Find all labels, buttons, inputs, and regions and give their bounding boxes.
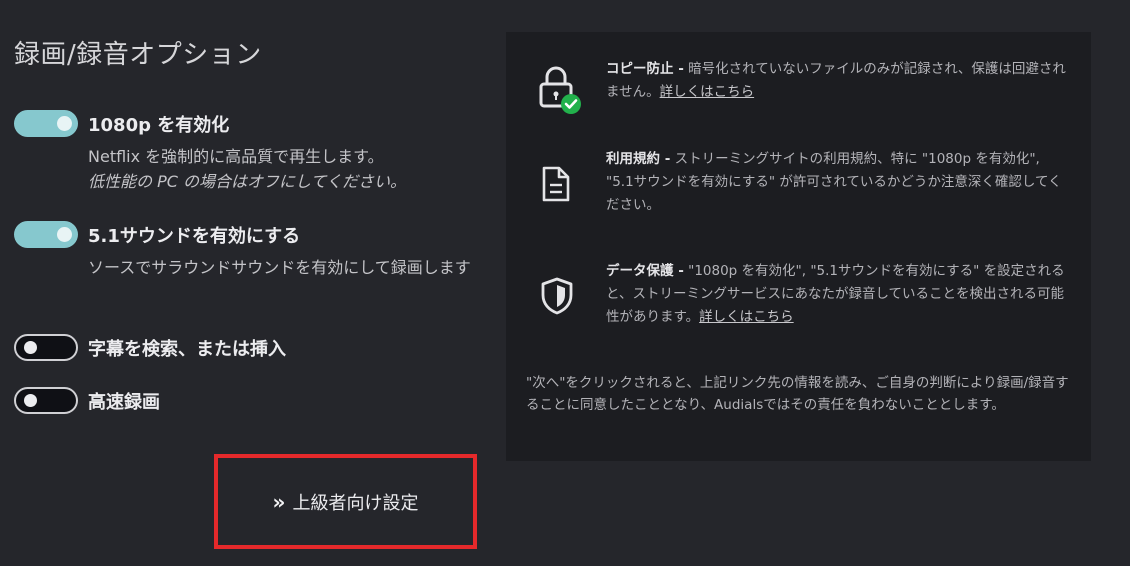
shield-icon	[539, 276, 575, 320]
option-label: 字幕を検索、または挿入	[88, 339, 286, 360]
toggle-knob	[24, 341, 37, 354]
consent-footnote: "次へ"をクリックされると、上記リンク先の情報を読み、ご自身の判断により録画/録…	[526, 375, 1069, 413]
learn-more-link[interactable]: 詳しくはこちら	[699, 309, 794, 325]
toggle-fast-recording[interactable]	[14, 387, 78, 414]
info-panel: コピー防止 - 暗号化されていないファイルのみが記録され、保護は回避されません。…	[506, 32, 1091, 461]
toggle-knob	[57, 227, 72, 242]
option-label: 1080p を有効化	[88, 115, 230, 136]
option-description: Netflix を強制的に高品質で再生します。 低性能の PC の場合はオフにし…	[88, 144, 488, 194]
advanced-settings-button[interactable]: » 上級者向け設定	[214, 454, 477, 549]
toggle-1080p[interactable]	[14, 110, 78, 137]
option-description: ソースでサラウンドサウンドを有効にして録画します	[88, 258, 471, 277]
info-item-text: 利用規約 - ストリーミングサイトの利用規約、特に "1080p を有効化", …	[606, 148, 1071, 217]
toggle-knob	[24, 394, 37, 407]
document-icon	[540, 165, 572, 207]
learn-more-link[interactable]: 詳しくはこちら	[660, 84, 755, 100]
page-title: 録画/録音オプション	[14, 40, 262, 70]
info-item-body: ストリーミングサイトの利用規約、特に "1080p を有効化", "5.1サウン…	[606, 151, 1062, 213]
recording-options-screen: 録画/録音オプション 1080p を有効化 Netflix を強制的に高品質で再…	[0, 0, 1130, 566]
option-description-text: Netflix を強制的に高品質で再生します。	[88, 147, 384, 166]
option-label: 5.1サウンドを有効にする	[88, 226, 301, 247]
info-item-heading: コピー防止 -	[606, 61, 684, 77]
toggle-knob	[57, 116, 72, 131]
toggle-surround[interactable]	[14, 221, 78, 248]
info-item-heading: データ保護 -	[606, 263, 684, 279]
option-description-note: 低性能の PC の場合はオフにしてください。	[88, 172, 407, 191]
info-item-heading: 利用規約 -	[606, 151, 671, 167]
info-item-text: データ保護 - "1080p を有効化", "5.1サウンドを有効にする" を設…	[606, 260, 1071, 329]
info-item-text: コピー防止 - 暗号化されていないファイルのみが記録され、保護は回避されません。…	[606, 58, 1071, 104]
advanced-settings-label: 上級者向け設定	[292, 492, 419, 514]
toggle-subtitles[interactable]	[14, 334, 78, 361]
option-label: 高速録画	[88, 392, 160, 413]
double-chevron-right-icon: »	[272, 489, 286, 514]
lock-check-icon	[536, 64, 586, 120]
